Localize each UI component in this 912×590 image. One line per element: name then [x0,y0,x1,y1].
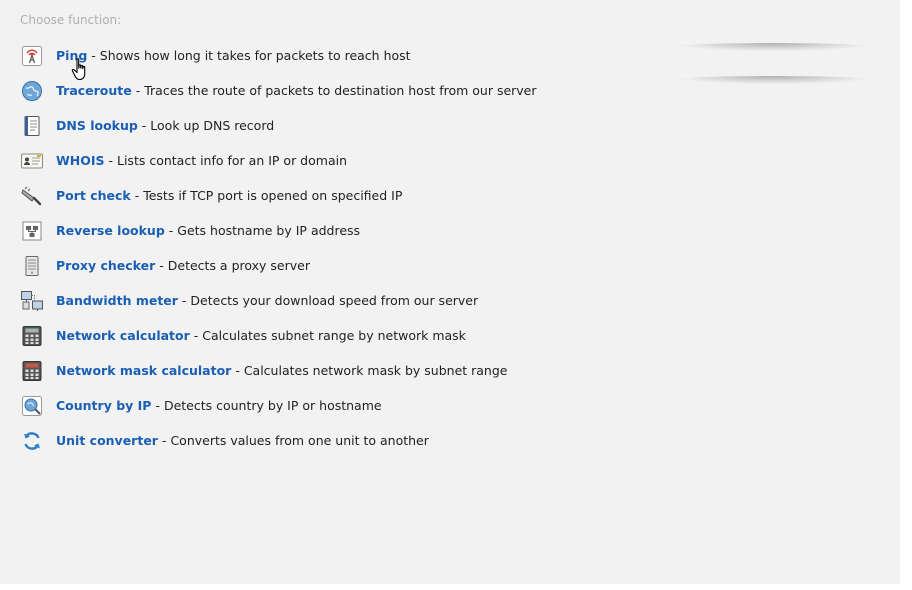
list-item-dns-lookup: DNS lookup - Look up DNS record [20,108,537,143]
bandwidth-meter-description: Detects your download speed from our ser… [190,293,479,308]
list-item-traceroute: Traceroute - Traces the route of packets… [20,73,537,108]
list-item-whois: WHOIS - Lists contact info for an IP or … [20,143,537,178]
function-list: Ping - Shows how long it takes for packe… [20,38,537,458]
proxy-checker-link[interactable]: Proxy checker [56,258,155,273]
list-item-ping: Ping - Shows how long it takes for packe… [20,38,537,73]
ping-icon [22,45,42,66]
ping-description: Shows how long it takes for packets to r… [99,48,411,63]
refresh-icon [24,431,40,450]
separator: - [151,398,164,413]
ping-link[interactable]: Ping [56,48,87,63]
decorative-shadow [675,76,871,84]
traceroute-link[interactable]: Traceroute [56,83,132,98]
list-item-bandwidth-meter: Bandwidth meter - Detects your download … [20,283,537,318]
proxy-checker-description: Detects a proxy server [167,258,310,273]
unit-converter-link[interactable]: Unit converter [56,433,158,448]
separator: - [157,433,171,448]
list-item-unit-converter: Unit converter - Converts values from on… [20,423,537,458]
list-item-network-calculator: Network calculator - Calculates subnet r… [20,318,537,353]
separator: - [131,83,145,98]
country-by-ip-link[interactable]: Country by IP [56,398,151,413]
list-item-country-by-ip: Country by IP - Detects country by IP or… [20,388,537,423]
bandwidth-meter-link[interactable]: Bandwidth meter [56,293,178,308]
plug-icon [21,186,42,205]
globe-search-icon [22,395,42,416]
network-calculator-description: Calculates subnet range by network mask [202,328,466,343]
reverse-lookup-link[interactable]: Reverse lookup [56,223,165,238]
separator: - [177,293,191,308]
book-icon [24,115,40,136]
traceroute-description: Traces the route of packets to destinati… [144,83,537,98]
calculator-icon [22,325,42,346]
whois-description: Lists contact info for an IP or domain [117,153,347,168]
decorative-shadow [675,43,871,51]
separator: - [87,48,100,63]
reverse-lookup-description: Gets hostname by IP address [177,223,361,238]
network-mask-calculator-description: Calculates network mask by subnet range [243,363,508,378]
dns-lookup-description: Look up DNS record [150,118,275,133]
separator: - [130,188,144,203]
calculator-red-icon [22,360,42,381]
separator: - [104,153,117,168]
separator: - [189,328,203,343]
id-card-icon [21,153,43,168]
list-item-network-mask-calculator: Network mask calculator - Calculates net… [20,353,537,388]
network-icon [22,221,42,240]
unit-converter-description: Converts values from one unit to another [170,433,429,448]
port-check-description: Tests if TCP port is opened on specified… [143,188,403,203]
country-by-ip-description: Detects country by IP or hostname [163,398,382,413]
separator: - [164,223,178,238]
port-check-link[interactable]: Port check [56,188,131,203]
separator: - [155,258,168,273]
network-calculator-link[interactable]: Network calculator [56,328,190,343]
network-mask-calculator-link[interactable]: Network mask calculator [56,363,231,378]
computers-icon [21,290,43,311]
list-item-proxy-checker: Proxy checker - Detects a proxy server [20,248,537,283]
tools-panel: Choose function: Ping - Shows how long i… [0,0,900,584]
separator: - [231,363,244,378]
separator: - [137,118,151,133]
whois-link[interactable]: WHOIS [56,153,105,168]
list-item-port-check: Port check - Tests if TCP port is opened… [20,178,537,213]
globe-icon [22,80,42,101]
choose-function-heading: Choose function: [20,13,122,27]
list-item-reverse-lookup: Reverse lookup - Gets hostname by IP add… [20,213,537,248]
dns-lookup-link[interactable]: DNS lookup [56,118,138,133]
server-icon [25,255,39,276]
